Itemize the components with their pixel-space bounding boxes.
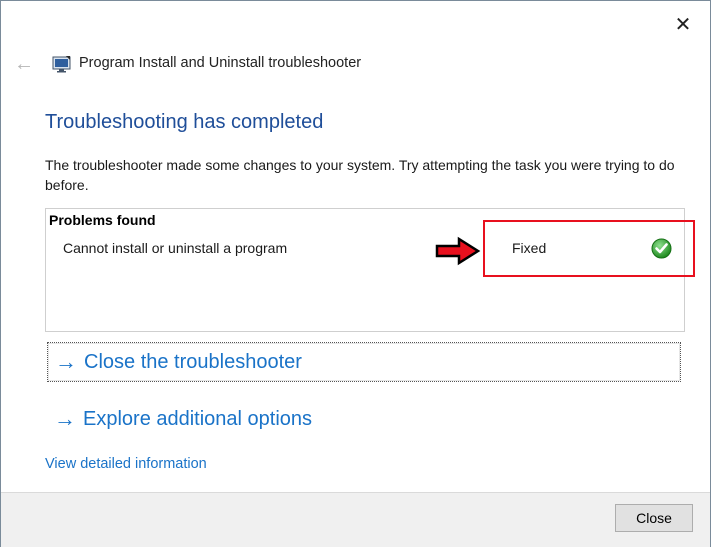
problems-found-header: Problems found bbox=[49, 212, 156, 228]
close-troubleshooter-link[interactable]: → Close the troubleshooter bbox=[47, 342, 681, 382]
explore-options-link[interactable]: → Explore additional options bbox=[47, 399, 312, 439]
window-title: Program Install and Uninstall troublesho… bbox=[79, 55, 362, 71]
close-troubleshooter-label: Close the troubleshooter bbox=[84, 350, 302, 373]
problem-item-name: Cannot install or uninstall a program bbox=[63, 240, 288, 256]
close-button[interactable]: Close bbox=[615, 504, 693, 532]
arrow-right-icon: → bbox=[55, 349, 77, 374]
description-text: The troubleshooter made some changes to … bbox=[45, 157, 675, 193]
footer-bar: Close bbox=[1, 492, 710, 547]
troubleshooter-window: ✕ ← Program Install and Uninstall troubl… bbox=[0, 0, 711, 547]
page-heading: Troubleshooting has completed bbox=[45, 111, 324, 133]
problem-status-text: Fixed bbox=[512, 240, 547, 256]
red-arrow-annotation-icon bbox=[435, 236, 481, 266]
green-check-icon bbox=[651, 238, 672, 259]
explore-options-label: Explore additional options bbox=[83, 407, 313, 430]
arrow-right-icon: → bbox=[54, 406, 76, 431]
troubleshooter-app-icon bbox=[52, 56, 71, 73]
window-close-icon[interactable]: ✕ bbox=[669, 11, 697, 39]
view-detailed-information-link[interactable]: View detailed information bbox=[45, 456, 207, 472]
back-arrow-icon[interactable]: ← bbox=[13, 53, 35, 75]
problems-found-panel: Problems found Cannot install or uninsta… bbox=[45, 208, 695, 332]
